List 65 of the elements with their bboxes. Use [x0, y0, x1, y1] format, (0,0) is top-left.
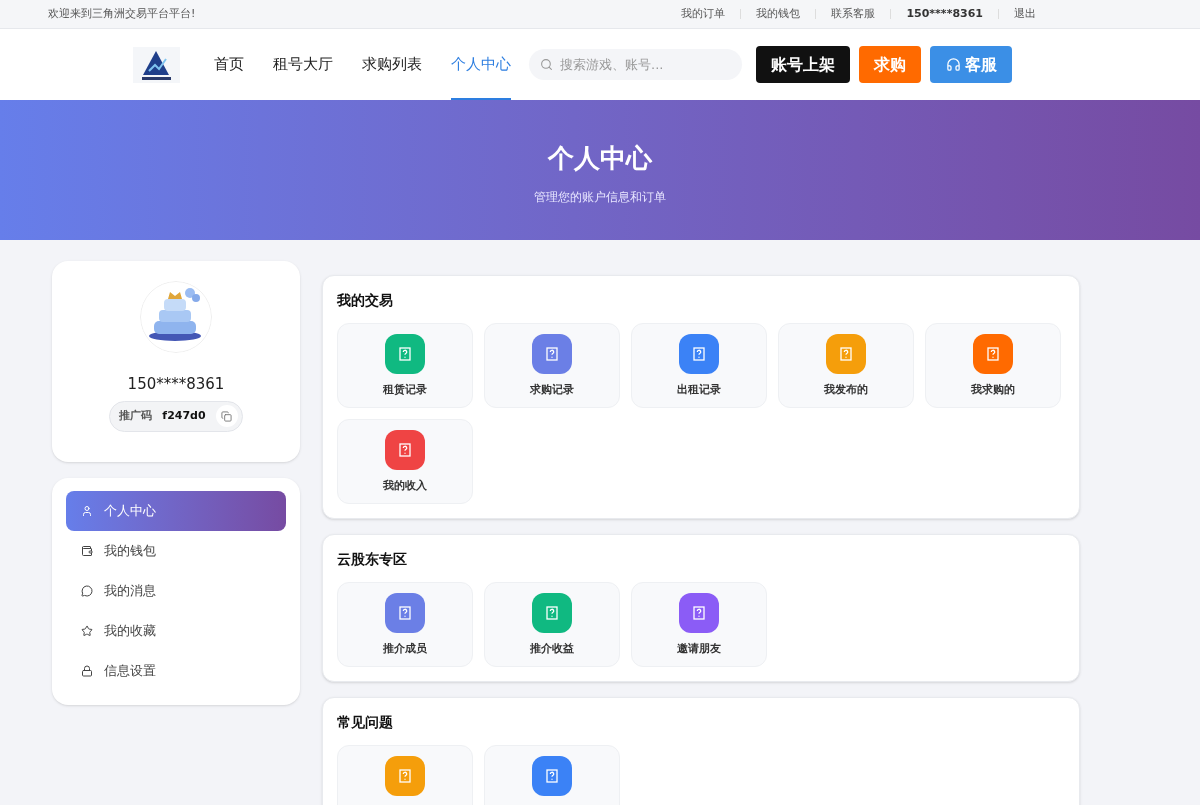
tile-label: 我发布的: [824, 382, 868, 398]
menu-icon: [81, 665, 93, 677]
question-box-icon: [693, 606, 705, 620]
tile-label: 推介收益: [530, 641, 574, 657]
sidebar-item[interactable]: 个人中心: [66, 491, 286, 531]
sidebar-item[interactable]: 我的消息: [66, 571, 286, 611]
headset-icon: [945, 57, 961, 72]
tile-label: 邀请朋友: [677, 641, 721, 657]
top-link[interactable]: 联系客服: [831, 5, 876, 23]
menu-icon: [81, 585, 93, 597]
question-box-icon: [546, 769, 558, 783]
search-field[interactable]: 搜索游戏、账号...: [529, 49, 742, 80]
menu-icon: [81, 505, 93, 517]
sidebar-item[interactable]: 我的钱包: [66, 531, 286, 571]
question-box-icon: [693, 347, 705, 361]
shortcut-tile[interactable]: 求购记录: [484, 323, 620, 408]
hero-subtitle: 管理您的账户信息和订单: [534, 188, 666, 206]
question-box-icon: [987, 347, 999, 361]
shortcut-tile[interactable]: 我发布的: [778, 323, 914, 408]
sidebar-item[interactable]: 信息设置: [66, 651, 286, 691]
section-title: 常见问题: [337, 713, 394, 732]
menu-icon: [81, 625, 93, 637]
copy-icon: [221, 410, 233, 422]
question-box-icon: [399, 769, 411, 783]
shortcut-tile[interactable]: [484, 745, 620, 805]
shortcut-tile[interactable]: 我求购的: [925, 323, 1061, 408]
menu-icon: [81, 545, 93, 557]
tile-label: 我的收入: [383, 478, 427, 494]
tile-label: 推介成员: [383, 641, 427, 657]
user-phone: 150****8361: [127, 374, 225, 395]
welcome-text: 欢迎来到三角洲交易平台平台!: [48, 5, 196, 22]
header-button[interactable]: 账号上架: [756, 46, 850, 83]
question-box-icon: [546, 347, 558, 361]
promo-label: 推广码: [119, 407, 153, 424]
tile-label: 出租记录: [677, 382, 721, 398]
section-title: 我的交易: [337, 291, 394, 310]
logo[interactable]: [133, 46, 180, 83]
shortcut-tile[interactable]: 推介收益: [484, 582, 620, 667]
question-box-icon: [840, 347, 852, 361]
tile-label: 求购记录: [530, 382, 574, 398]
sidebar-item[interactable]: 我的收藏: [66, 611, 286, 651]
tile-label: 我求购的: [971, 382, 1015, 398]
nav-tab[interactable]: 租号大厅: [273, 29, 333, 100]
top-link[interactable]: 150****8361: [906, 5, 983, 23]
question-box-icon: [399, 606, 411, 620]
shortcut-tile[interactable]: 推介成员: [337, 582, 473, 667]
section-title: 云股东专区: [337, 550, 408, 569]
top-link[interactable]: 我的订单: [681, 5, 726, 23]
tile-label: 租赁记录: [383, 382, 427, 398]
shortcut-tile[interactable]: 出租记录: [631, 323, 767, 408]
question-box-icon: [399, 347, 411, 361]
shortcut-tile[interactable]: 邀请朋友: [631, 582, 767, 667]
hero-title: 个人中心: [548, 141, 652, 175]
top-link[interactable]: 我的钱包: [756, 5, 801, 23]
shortcut-tile[interactable]: 租赁记录: [337, 323, 473, 408]
top-link[interactable]: 退出: [1014, 5, 1036, 23]
copy-button[interactable]: [215, 405, 238, 427]
search-icon: [540, 58, 553, 71]
question-box-icon: [399, 443, 411, 457]
nav-tab[interactable]: 首页: [214, 29, 244, 100]
question-box-icon: [546, 606, 558, 620]
promo-code: f247d0: [162, 407, 206, 424]
shortcut-tile[interactable]: 我的收入: [337, 419, 473, 504]
shortcut-tile[interactable]: [337, 745, 473, 805]
nav-tab[interactable]: 求购列表: [362, 29, 422, 100]
